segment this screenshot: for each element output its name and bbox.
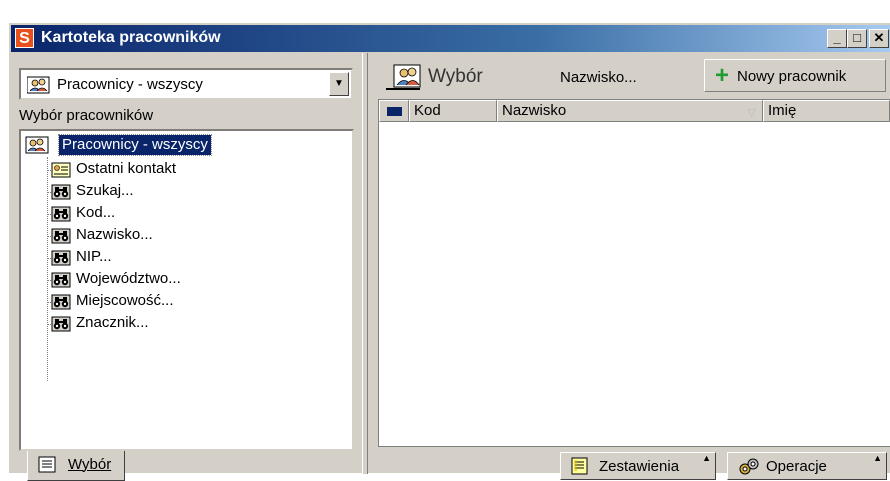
close-button[interactable]: ✕ — [869, 29, 889, 48]
search-field-label[interactable]: Nazwisko... — [560, 69, 637, 86]
operations-button[interactable]: Operacje ▲ — [727, 452, 887, 480]
tree-item-label: Kod... — [76, 204, 116, 221]
tab-label: Wybór — [68, 456, 112, 473]
app-icon: S — [15, 28, 34, 48]
people-icon — [25, 135, 51, 158]
panel-splitter[interactable] — [362, 53, 368, 474]
operations-button-label: Operacje — [766, 458, 827, 475]
chevron-down-icon[interactable]: ▼ — [329, 72, 349, 96]
binoculars-icon — [51, 183, 71, 204]
title-bar[interactable]: S Kartoteka pracowników _ □ ✕ — [11, 25, 890, 52]
binoculars-icon — [51, 227, 71, 248]
sort-desc-icon: ▽ — [747, 107, 756, 119]
column-selector[interactable] — [379, 100, 409, 122]
plus-icon: + — [715, 62, 730, 89]
chevron-up-icon: ▲ — [873, 453, 882, 463]
tree-item-label: Szukaj... — [76, 182, 134, 199]
tree-item-label: Nazwisko... — [76, 226, 153, 243]
report-icon — [571, 457, 589, 478]
binoculars-icon — [51, 205, 71, 226]
column-header-kod[interactable]: Kod — [409, 100, 497, 122]
employees-grid[interactable]: Kod Nazwisko ▽ Imię — [378, 99, 890, 447]
combo-value: Pracownicy - wszyscy — [57, 76, 203, 93]
selector-marker-icon — [387, 107, 402, 116]
gears-icon — [738, 457, 760, 480]
tab-wybor[interactable]: Wybór — [27, 451, 125, 481]
left-tab-bar: Wybór — [19, 451, 354, 481]
selection-section-label: Wybór pracowników — [19, 107, 154, 124]
maximize-button[interactable]: □ — [847, 29, 867, 48]
column-header-imie[interactable]: Imię — [763, 100, 890, 122]
people-icon — [384, 63, 422, 94]
right-panel: Wybór Nazwisko... + Nowy pracownik Kod N… — [370, 53, 890, 480]
minimize-button[interactable]: _ — [827, 29, 847, 48]
reports-button-label: Zestawienia — [599, 458, 680, 475]
grid-header: Kod Nazwisko ▽ Imię — [379, 100, 890, 122]
people-icon — [26, 75, 51, 98]
tree-item-label: Ostatni kontakt — [76, 160, 177, 177]
tree-root-label: Pracownicy - wszyscy — [58, 134, 212, 156]
column-header-nazwisko-label: Nazwisko — [502, 102, 567, 119]
chevron-up-icon: ▲ — [702, 453, 711, 463]
bottom-toolbar: Zestawienia ▲ Operacje ▲ — [370, 448, 890, 480]
selection-button-label: Wybór — [428, 66, 483, 87]
tree-item-label: NIP... — [76, 248, 112, 265]
new-employee-label: Nowy pracownik — [737, 68, 847, 85]
tree-item-label: Znacznik... — [76, 314, 149, 331]
selection-tree[interactable]: Pracownicy - wszyscy Ostatni kontakt Szu… — [19, 129, 354, 451]
tree-item-label: Województwo... — [76, 270, 181, 287]
new-employee-button[interactable]: + Nowy pracownik — [704, 59, 886, 92]
binoculars-icon — [51, 315, 71, 336]
tree-item-label: Miejscowość... — [76, 292, 174, 309]
binoculars-icon — [51, 293, 71, 314]
window-title: Kartoteka pracowników — [41, 29, 221, 46]
binoculars-icon — [51, 271, 71, 292]
list-icon — [38, 456, 58, 477]
binoculars-icon — [51, 249, 71, 270]
main-window: S Kartoteka pracowników _ □ ✕ Pracownicy… — [8, 22, 890, 481]
column-header-nazwisko[interactable]: Nazwisko ▽ — [497, 100, 763, 122]
selection-button[interactable]: Wybór — [378, 59, 518, 93]
contact-card-icon — [51, 161, 71, 182]
tree-connector — [47, 157, 48, 381]
reports-button[interactable]: Zestawienia ▲ — [560, 452, 716, 480]
selection-combo[interactable]: Pracownicy - wszyscy ▼ — [19, 68, 353, 100]
